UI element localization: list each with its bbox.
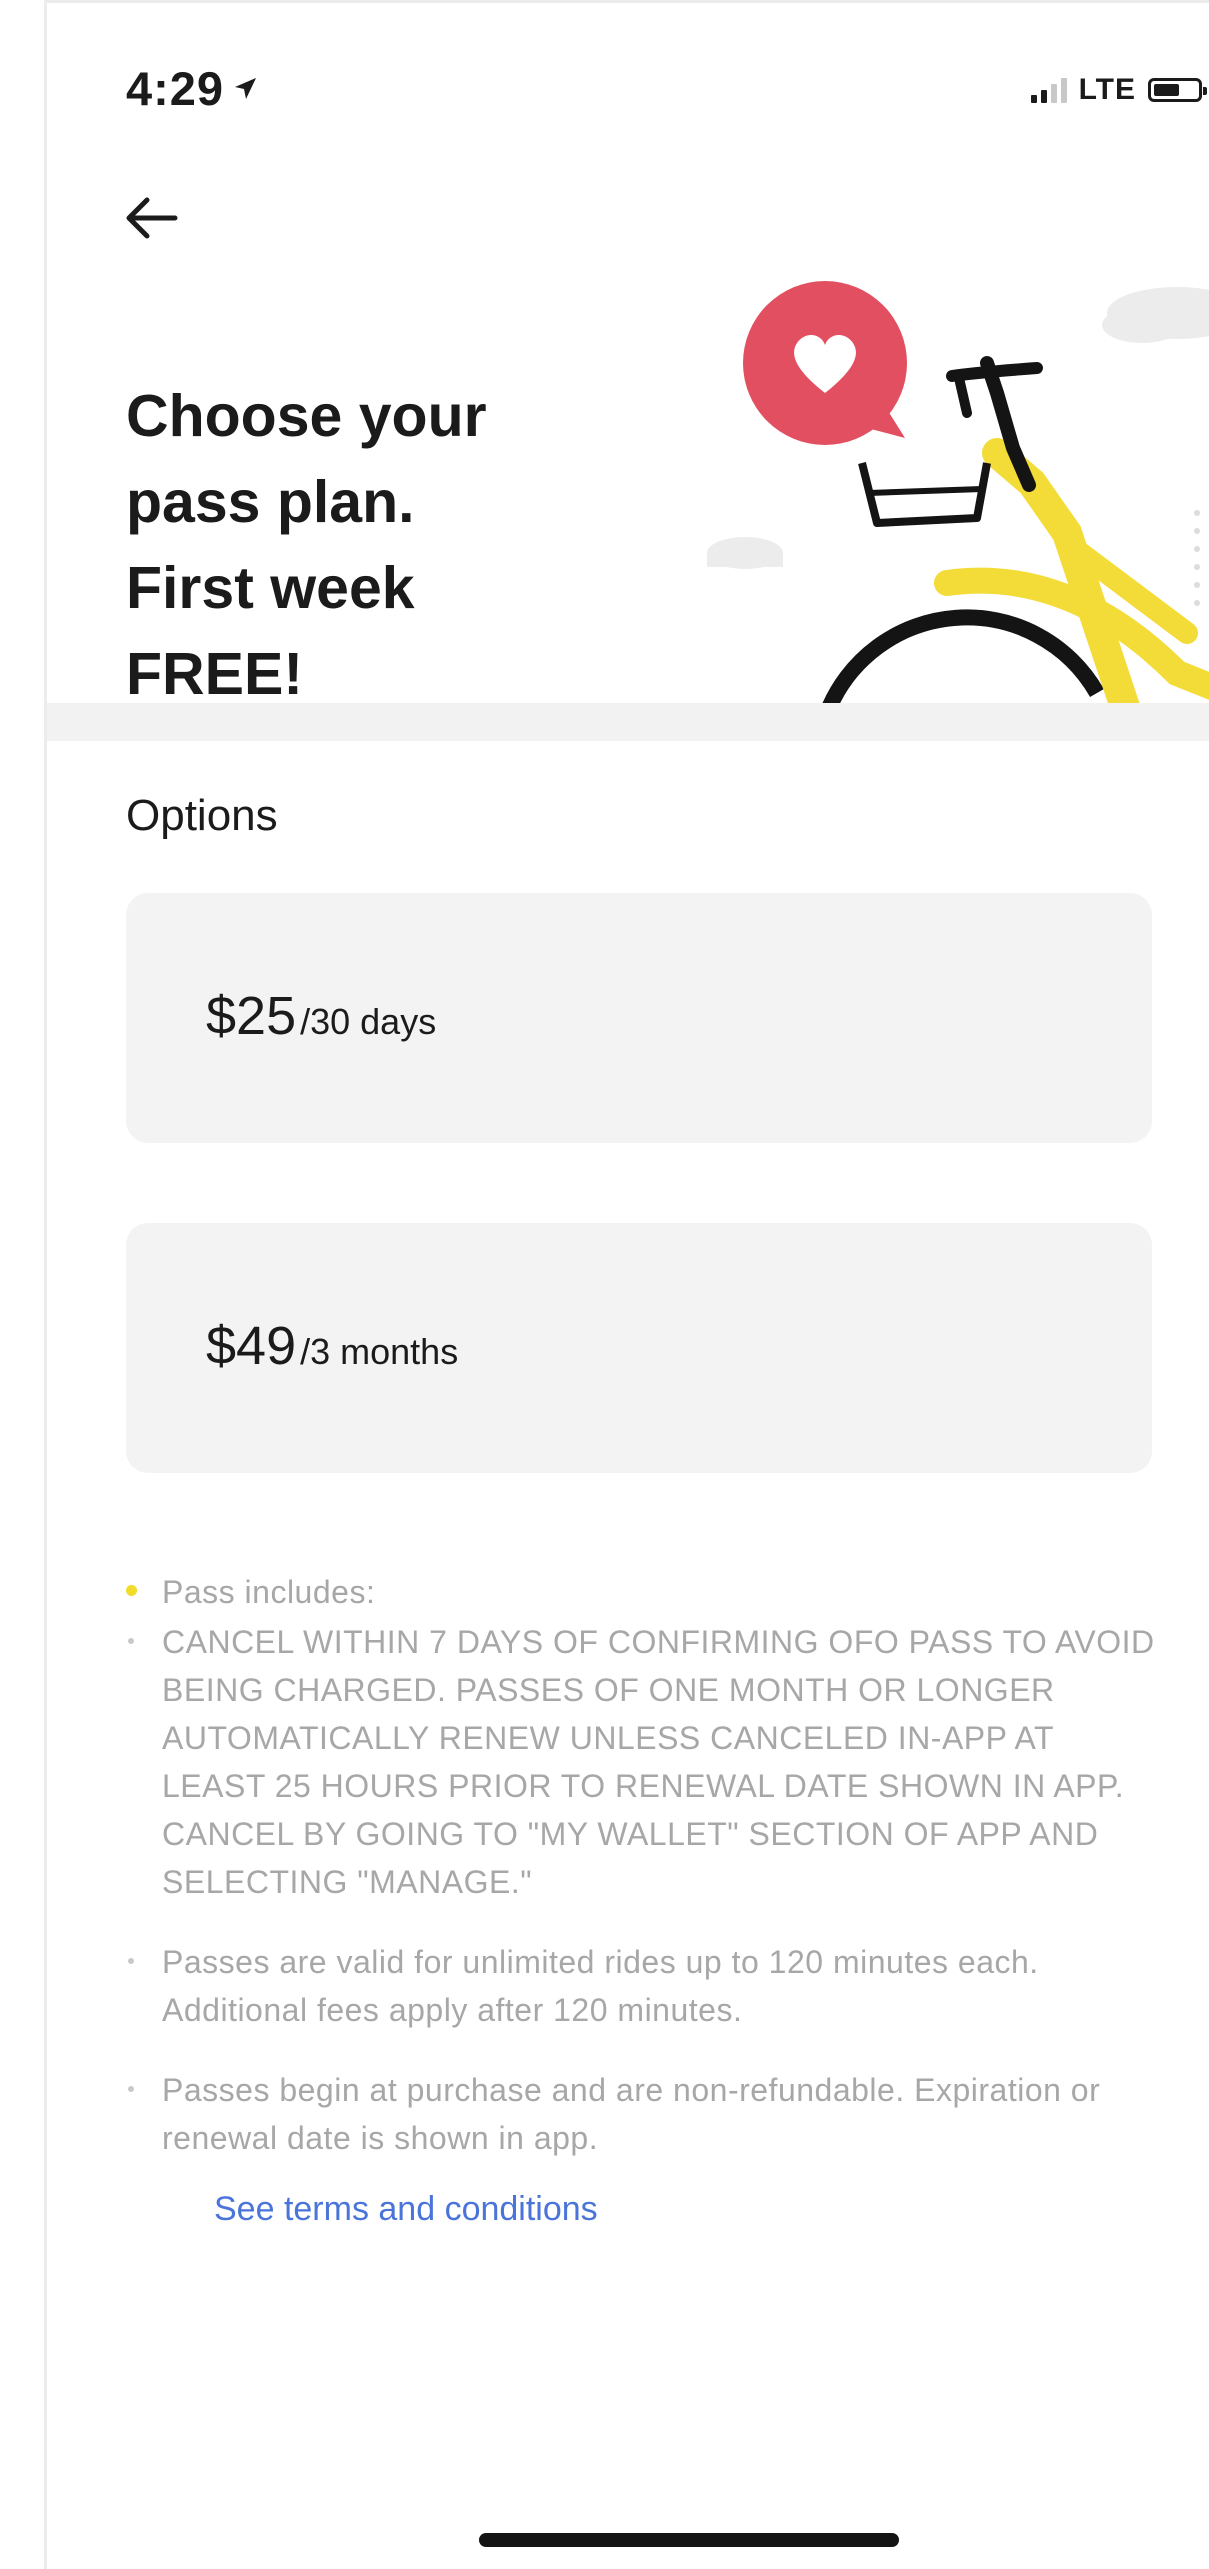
- arrow-left-icon: [126, 197, 178, 239]
- status-time-text: 4:29: [126, 62, 225, 115]
- info-text: CANCEL WITHIN 7 DAYS OF CONFIRMING OFO P…: [162, 1624, 1155, 1900]
- bike-with-heart-illustration: [707, 281, 1209, 703]
- bike-wheel: [822, 609, 1104, 703]
- plan-price-row: $25 /30 days: [206, 985, 436, 1047]
- hero-banner: Choose your pass plan. First week FREE!: [47, 253, 1209, 703]
- cloud-shape: [707, 553, 783, 567]
- app-screen: 4:29 LTE Choose your pass plan. First we…: [44, 0, 1209, 2569]
- info-list-item: Passes begin at purchase and are non-ref…: [126, 2066, 1166, 2162]
- signal-bars-icon: [1030, 77, 1067, 103]
- battery-icon: [1148, 78, 1207, 102]
- dot-pattern: [1194, 510, 1200, 606]
- network-type: LTE: [1078, 73, 1136, 106]
- plan-option-3-months[interactable]: $49 /3 months: [126, 1223, 1152, 1473]
- plan-option-30-days[interactable]: $25 /30 days: [126, 893, 1152, 1143]
- bike-basket: [868, 486, 983, 496]
- cloud-shape: [1102, 307, 1182, 343]
- status-bar: 4:29 LTE: [47, 3, 1209, 173]
- info-list-item: Passes are valid for unlimited rides up …: [126, 1938, 1166, 2034]
- terms-link[interactable]: See terms and conditions: [214, 2190, 1166, 2229]
- bike-handlebar: [954, 373, 972, 418]
- pass-info: Pass includes: CANCEL WITHIN 7 DAYS OF C…: [126, 1568, 1166, 2229]
- status-time: 4:29: [126, 61, 258, 116]
- options-heading: Options: [126, 791, 278, 840]
- plan-period: /30 days: [300, 1001, 437, 1042]
- bullet-icon: [126, 1938, 140, 1986]
- location-arrow-icon: [235, 77, 257, 99]
- bike-handlebar: [946, 362, 1043, 382]
- page-title: Choose your pass plan. First week FREE!: [126, 383, 487, 703]
- plan-price-row: $49 /3 months: [206, 1315, 458, 1377]
- home-indicator[interactable]: [479, 2533, 899, 2547]
- yellow-bullet-icon: [126, 1568, 140, 1616]
- pass-includes-heading: Pass includes:: [126, 1568, 1166, 1616]
- bullet-icon: [126, 1618, 140, 1666]
- plan-price: $25: [206, 986, 297, 1046]
- info-list-item: CANCEL WITHIN 7 DAYS OF CONFIRMING OFO P…: [126, 1618, 1166, 1906]
- info-text: Passes begin at purchase and are non-ref…: [162, 2072, 1101, 2156]
- status-indicators: LTE: [1030, 73, 1207, 107]
- info-text: Pass includes:: [162, 1574, 376, 1610]
- section-divider: [47, 703, 1209, 741]
- plan-period: /3 months: [300, 1331, 459, 1372]
- info-text: Passes are valid for unlimited rides up …: [162, 1944, 1039, 2028]
- bullet-icon: [126, 2066, 140, 2114]
- plan-price: $49: [206, 1316, 297, 1376]
- back-button[interactable]: [121, 193, 191, 253]
